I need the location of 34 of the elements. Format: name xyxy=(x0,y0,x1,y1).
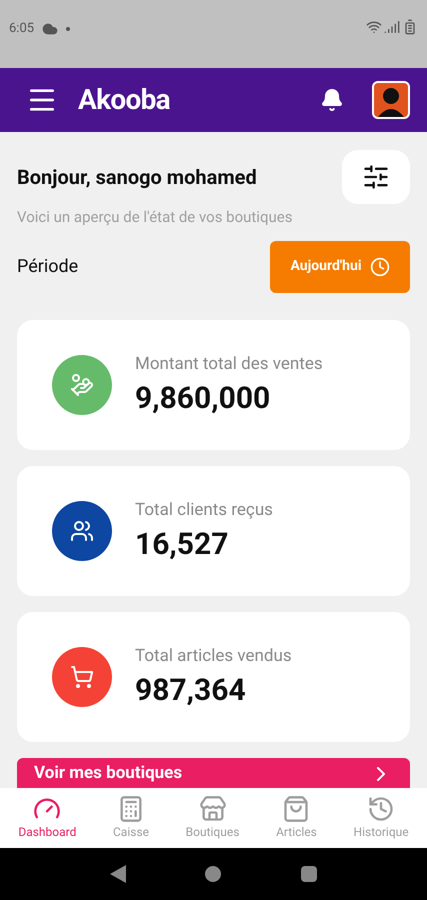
wifi-icon xyxy=(366,19,382,35)
back-icon[interactable] xyxy=(110,865,126,883)
stat-label: Total articles vendus xyxy=(135,645,292,668)
profile-avatar[interactable] xyxy=(372,81,410,119)
users-icon xyxy=(70,518,94,542)
signal-icon xyxy=(384,19,400,35)
cart-icon xyxy=(70,664,94,688)
stat-value: 987,364 xyxy=(135,672,247,709)
greeting-subtitle: Voici un aperçu de l'état de vos boutiques xyxy=(17,207,294,228)
stat-label: Total clients reçus xyxy=(135,499,273,522)
home-icon[interactable] xyxy=(205,866,222,882)
nav-tab[interactable]: Articles xyxy=(276,795,317,841)
stat-label: Montant total des ventes xyxy=(135,353,323,376)
nav-tab[interactable]: Historique xyxy=(354,795,409,841)
history-icon xyxy=(367,795,396,823)
filter-button[interactable] xyxy=(342,150,410,204)
bag-icon xyxy=(282,795,310,823)
clock-icon xyxy=(370,256,390,276)
recents-icon[interactable] xyxy=(301,866,318,882)
nav-tab[interactable]: Dashboard xyxy=(18,795,76,841)
shops-button[interactable]: Voir mes boutiques xyxy=(17,758,410,788)
store-icon xyxy=(198,795,227,823)
app-logo: Akooba xyxy=(78,82,170,118)
status-time: 6:05 xyxy=(9,20,34,38)
stat-value: 9,860,000 xyxy=(135,380,272,417)
cloud-icon xyxy=(42,20,58,37)
greeting-title: Bonjour, sanogo mohamed xyxy=(17,164,257,191)
notification-bell-icon[interactable] xyxy=(320,88,344,112)
stat-value: 16,527 xyxy=(135,526,230,563)
filter-icon xyxy=(362,163,390,191)
nav-tab[interactable]: Caisse xyxy=(113,795,150,841)
period-label: Période xyxy=(17,255,78,279)
today-button[interactable]: Aujourd'hui xyxy=(270,240,410,292)
nav-tab[interactable]: Boutiques xyxy=(186,795,240,841)
